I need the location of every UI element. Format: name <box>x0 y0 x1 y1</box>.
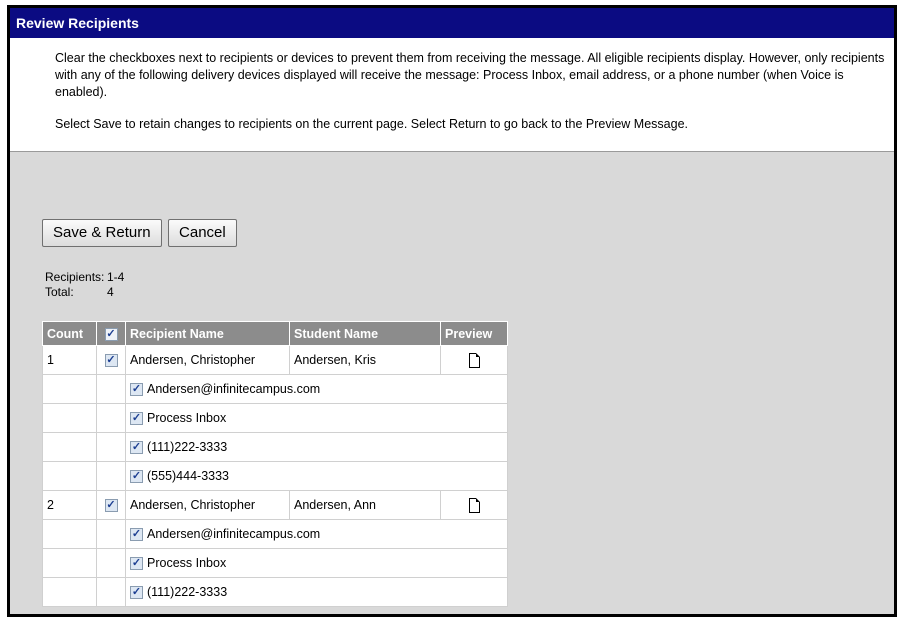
table-row: ✓ Andersen@infinitecampus.com <box>42 374 508 404</box>
row-count: 1 <box>42 345 97 375</box>
table-row: ✓ (555)444-3333 <box>42 461 508 491</box>
table-row: ✓ (111)222-3333 <box>42 432 508 462</box>
review-recipients-window: Review Recipients Clear the checkboxes n… <box>7 5 897 617</box>
table-header-row: Count ✓ Recipient Name Student Name Prev… <box>42 321 508 346</box>
total-label: Total: <box>45 285 74 299</box>
device-checkbox-icon[interactable]: ✓ <box>130 470 143 484</box>
student-name: Andersen, Kris <box>294 353 376 368</box>
table-row: ✓ Andersen@infinitecampus.com <box>42 519 508 549</box>
table-row: ✓ (111)222-3333 <box>42 577 508 607</box>
recipient-checkbox-icon[interactable]: ✓ <box>104 499 118 513</box>
instructions-paragraph-1: Clear the checkboxes next to recipients … <box>55 51 885 99</box>
student-name-header: Student Name <box>289 321 441 346</box>
select-all-header: ✓ <box>96 321 126 346</box>
button-row: Save & Return Cancel <box>42 219 239 247</box>
page-title: Review Recipients <box>10 8 894 38</box>
document-icon[interactable] <box>468 497 480 513</box>
instructions-paragraph-2: Select Save to retain changes to recipie… <box>55 117 689 131</box>
recipient-name: Andersen, Christopher <box>125 490 290 520</box>
recipient-name: Andersen, Christopher <box>125 345 290 375</box>
recipient-checkbox-icon[interactable]: ✓ <box>104 354 118 368</box>
device-label: Andersen@infinitecampus.com <box>147 526 321 541</box>
device-checkbox-icon[interactable]: ✓ <box>130 441 143 455</box>
instructions: Clear the checkboxes next to recipients … <box>10 38 894 152</box>
recipients-table: Count ✓ Recipient Name Student Name Prev… <box>42 321 508 607</box>
preview-header: Preview <box>440 321 508 346</box>
device-label: (111)222-3333 <box>147 584 228 599</box>
device-checkbox-icon[interactable]: ✓ <box>130 412 143 426</box>
cancel-button[interactable]: Cancel <box>168 219 237 247</box>
device-label: Process Inbox <box>147 555 227 570</box>
save-return-button[interactable]: Save & Return <box>42 219 162 247</box>
device-label: (111)222-3333 <box>147 439 228 454</box>
recipient-summary: Recipients: 1-4 Total: 4 <box>45 270 124 300</box>
device-checkbox-icon[interactable]: ✓ <box>130 586 143 600</box>
total-count: 4 <box>107 285 114 299</box>
table-row: ✓ Process Inbox <box>42 403 508 433</box>
device-label: Andersen@infinitecampus.com <box>147 381 321 396</box>
device-checkbox-icon[interactable]: ✓ <box>130 557 143 571</box>
count-header: Count <box>42 321 97 346</box>
select-all-checkbox-icon[interactable]: ✓ <box>104 327 118 341</box>
table-row: 2 ✓ Andersen, Christopher Andersen, Ann <box>42 490 508 520</box>
recipients-range: 1-4 <box>107 270 125 284</box>
document-icon[interactable] <box>468 352 480 368</box>
table-row: ✓ Process Inbox <box>42 548 508 578</box>
recipients-label: Recipients: <box>45 270 105 284</box>
recipient-name-header: Recipient Name <box>125 321 290 346</box>
device-label: Process Inbox <box>147 410 227 425</box>
device-checkbox-icon[interactable]: ✓ <box>130 383 143 397</box>
row-count: 2 <box>42 490 97 520</box>
student-name: Andersen, Ann <box>294 498 377 513</box>
table-row: 1 ✓ Andersen, Christopher Andersen, Kris <box>42 345 508 375</box>
device-label: (555)444-3333 <box>147 468 230 483</box>
device-checkbox-icon[interactable]: ✓ <box>130 528 143 542</box>
